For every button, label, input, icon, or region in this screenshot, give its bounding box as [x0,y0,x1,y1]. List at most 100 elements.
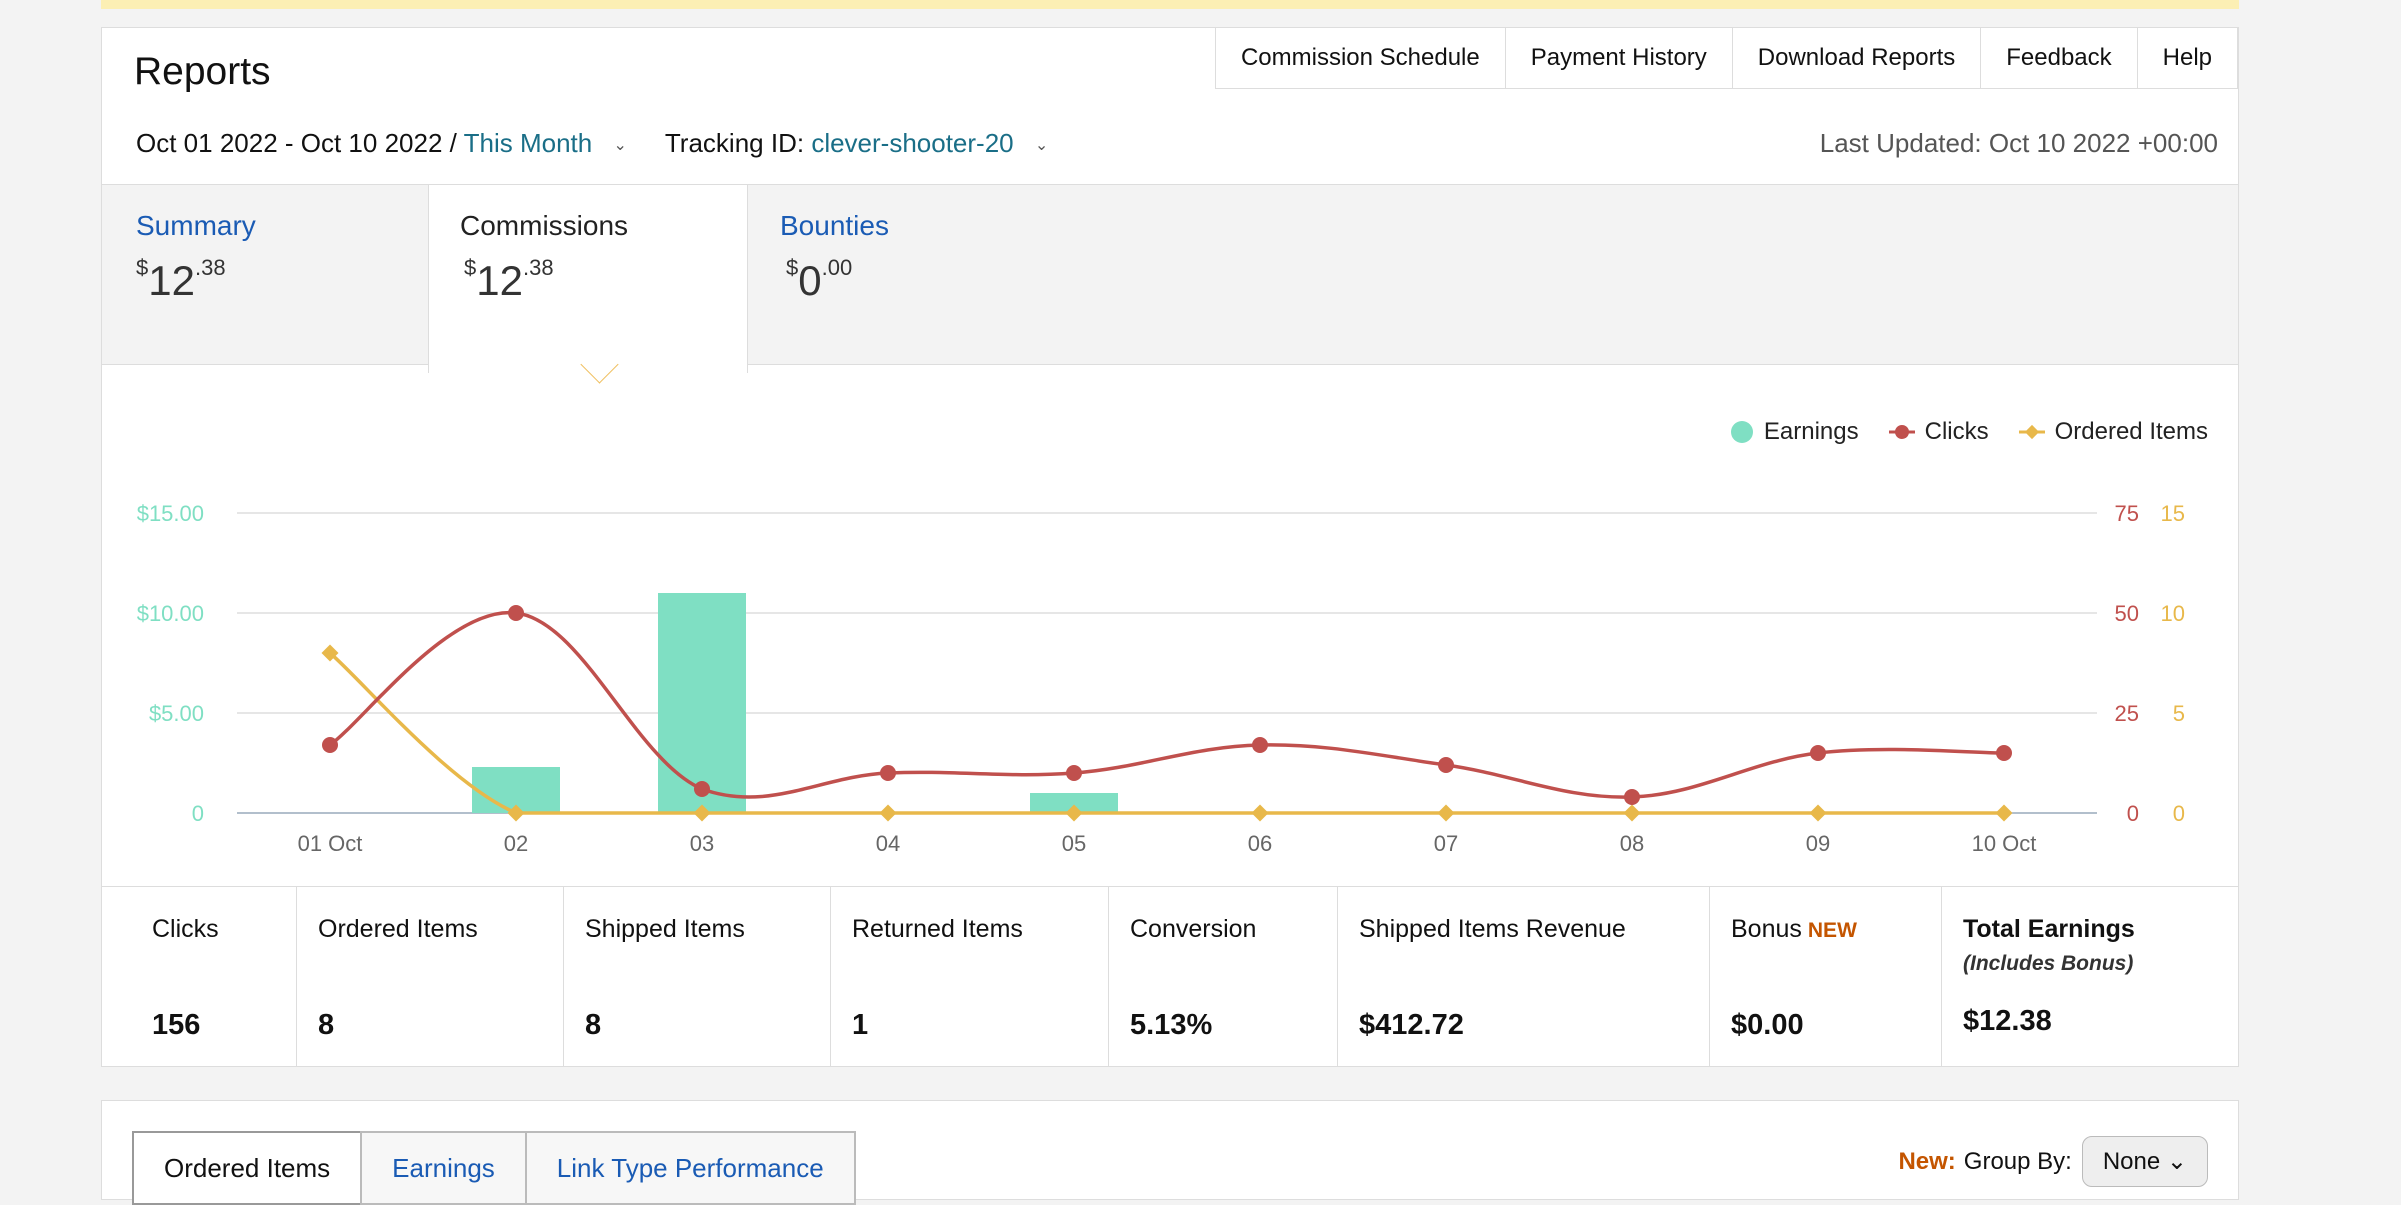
feedback-link[interactable]: Feedback [1980,28,2138,89]
tab-ordered-items[interactable]: Ordered Items [132,1131,363,1205]
clicks-point [1252,737,1268,753]
stat-label: Returned Items [852,915,1023,943]
tracking-id-selector[interactable]: clever-shooter-20 [811,128,1013,158]
clicks-swatch-icon [1888,425,1915,439]
stat-bonus: Bonus NEW $0.00 [1710,887,1942,1067]
x-tick-label: 03 [690,831,714,856]
legend-label: Earnings [1763,418,1859,445]
new-label: New: [1898,1147,1956,1175]
last-updated: Last Updated: Oct 10 2022 +00:00 [1819,128,2218,158]
clicks-point [1996,745,2012,761]
tab-label: Summary [136,210,256,241]
ordered-items-point [879,804,897,822]
earnings-bar [658,593,746,813]
tab-link-type-performance[interactable]: Link Type Performance [524,1131,856,1205]
stat-value: $12.38 [1963,1005,2052,1037]
page-title: Reports [134,50,271,93]
x-tick-label: 05 [1062,831,1086,856]
x-tick-label: 08 [1620,831,1644,856]
stat-value: $412.72 [1359,1009,1464,1041]
details-card: Ordered Items Earnings Link Type Perform… [101,1100,2239,1205]
ordered-items-line [328,651,2004,815]
ordered-items-point [1251,804,1269,822]
chevron-down-icon[interactable]: ⌄ [1035,135,1048,155]
right-tick-label: 25 [2115,701,2139,726]
stat-returned-items: Returned Items 1 [831,887,1109,1067]
ordered-items-point [1809,804,1827,822]
clicks-point [322,737,338,753]
x-tick-label: 06 [1248,831,1272,856]
stat-clicks: Clicks 156 [102,887,297,1067]
right2-tick-label: 10 [2161,601,2185,626]
legend-label: Ordered Items [2054,418,2208,445]
download-reports-link[interactable]: Download Reports [1731,28,1982,89]
report-tabs: Summary $12.38 Commissions $12.38 Bounti… [102,184,2238,373]
left-tick-label: $15.00 [137,501,204,526]
top-links: Commission Schedule Payment History Down… [1214,28,2238,89]
filter-bar: Oct 01 2022 - Oct 10 2022 / This Month ⌄… [136,128,1048,159]
period-selector[interactable]: This Month [464,128,593,158]
x-tick-label: 01 Oct [298,831,363,856]
stat-label: Bonus NEW [1731,915,1857,943]
stat-label: Total Earnings (Includes Bonus) [1963,915,2135,975]
payment-history-link[interactable]: Payment History [1504,28,1733,89]
ordered-items-swatch-icon [2018,424,2045,440]
new-badge: NEW [1807,919,1857,942]
right2-tick-label: 0 [2173,801,2185,826]
legend-ordered-items[interactable]: Ordered Items [2018,418,2208,446]
tab-earnings[interactable]: Earnings [360,1131,527,1205]
ordered-items-point [1623,804,1641,822]
reports-card: Reports Commission Schedule Payment Hist… [101,27,2239,1067]
chevron-down-icon[interactable]: ⌄ [613,135,626,155]
stat-value: 1 [852,1009,869,1041]
stat-shipped-revenue: Shipped Items Revenue $412.72 [1338,887,1710,1067]
group-by-label: Group By: [1963,1147,2072,1175]
right-tick-label: 0 [2127,801,2139,826]
x-tick-label: 10 Oct [1972,831,2037,856]
tab-commissions[interactable]: Commissions $12.38 [428,185,748,373]
x-tick-label: 07 [1434,831,1458,856]
earnings-swatch-icon [1730,421,1753,443]
stats-row: Clicks 156 Ordered Items 8 Shipped Items… [102,886,2238,1067]
x-tick-label: 02 [504,831,528,856]
stat-label: Conversion [1130,915,1257,943]
clicks-point [1624,789,1640,805]
group-by-select[interactable]: None ⌄ [2081,1136,2208,1187]
right2-tick-label: 5 [2173,701,2185,726]
tab-label: Bounties [780,210,889,241]
clicks-point [1438,757,1454,773]
left-tick-label: 0 [192,801,204,826]
clicks-point [508,605,524,621]
clicks-line [328,611,2005,799]
stat-total-earnings: Total Earnings (Includes Bonus) $12.38 [1942,887,2238,1067]
right-tick-label: 50 [2115,601,2139,626]
clicks-point [1810,745,1826,761]
x-tick-label: 09 [1806,831,1830,856]
chart-legend: Earnings Clicks Ordered Items [1700,418,2208,446]
x-tick-label: 04 [876,831,900,856]
tracking-id-label: Tracking ID: [664,128,805,158]
left-tick-label: $10.00 [137,601,204,626]
tab-bounties[interactable]: Bounties $0.00 [746,185,1046,365]
help-link[interactable]: Help [2136,28,2238,89]
tab-amount: $0.00 [786,255,853,304]
clicks-point [880,765,896,781]
stat-ordered-items: Ordered Items 8 [297,887,564,1067]
stat-value: 156 [152,1009,201,1041]
stat-label: Shipped Items [585,915,745,943]
legend-label: Clicks [1924,418,1989,445]
stat-label: Clicks [152,915,219,943]
stat-shipped-items: Shipped Items 8 [564,887,831,1067]
ordered-items-point [1995,804,2013,822]
tab-amount: $12.38 [464,255,554,304]
commission-schedule-link[interactable]: Commission Schedule [1214,28,1506,89]
group-by: New: Group By: None ⌄ [1898,1136,2208,1187]
stat-label: Ordered Items [318,915,478,943]
legend-earnings[interactable]: Earnings [1730,418,1859,446]
stat-conversion: Conversion 5.13% [1109,887,1338,1067]
legend-clicks[interactable]: Clicks [1888,418,1989,446]
stat-value: 5.13% [1130,1009,1213,1041]
earnings-chart: 0 0 0 $5.00 25 5 $10.00 50 10 $15.00 75 15 01 Oct 02 0… [137,501,2185,856]
stat-value: 8 [585,1009,602,1041]
tab-summary[interactable]: Summary $12.38 [102,185,428,365]
